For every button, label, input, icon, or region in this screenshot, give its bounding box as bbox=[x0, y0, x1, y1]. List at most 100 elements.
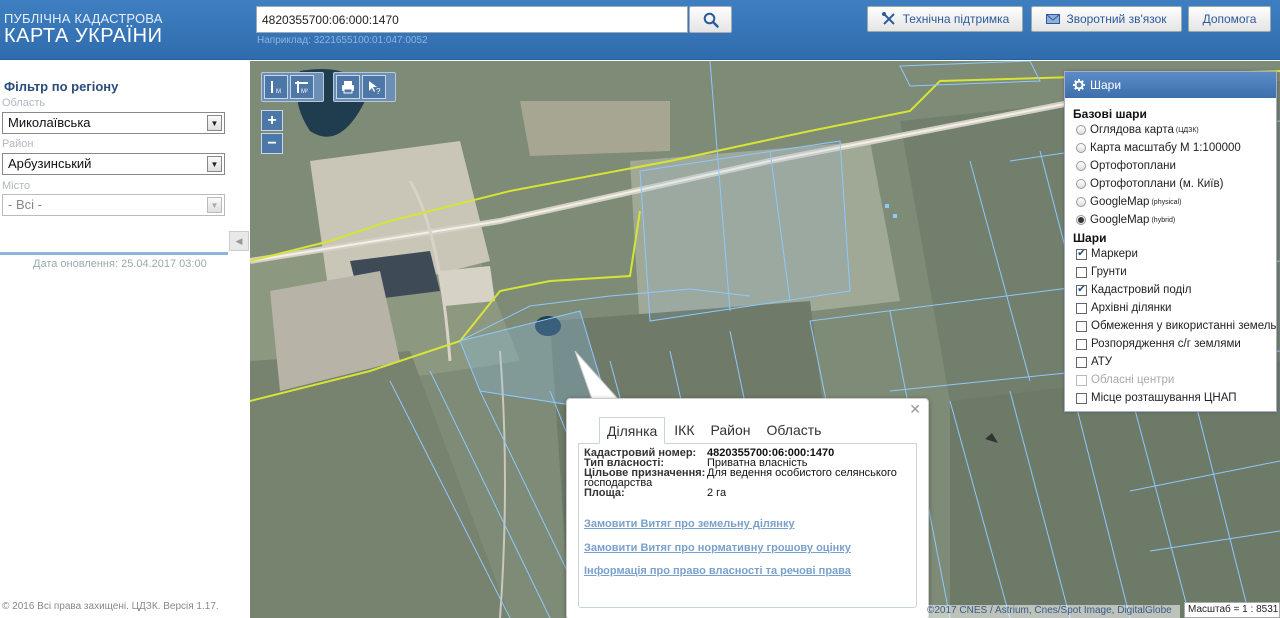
feedback-label: Зворотний зв'язок bbox=[1066, 12, 1167, 26]
overlay-layer-label: Обласні центри bbox=[1091, 374, 1175, 386]
popup-tabs: Ділянка ІКК Район Область bbox=[599, 417, 830, 444]
zoom-out-button[interactable]: − bbox=[261, 133, 283, 154]
checkbox[interactable] bbox=[1076, 392, 1087, 404]
search-input[interactable] bbox=[256, 6, 688, 33]
overlay-layer-label: Місце розташування ЦНАП bbox=[1091, 392, 1237, 404]
tab-district[interactable]: Район bbox=[704, 417, 758, 444]
radio-button[interactable] bbox=[1076, 161, 1086, 171]
radio-button[interactable] bbox=[1076, 215, 1086, 225]
dropdown-arrow-icon: ▼ bbox=[207, 197, 222, 213]
overlay-layer-option[interactable]: ✔ Кадастровий поділ bbox=[1065, 281, 1276, 299]
radio-button[interactable] bbox=[1076, 179, 1086, 189]
checkbox[interactable] bbox=[1076, 266, 1087, 278]
district-select[interactable]: Арбузинський ▼ bbox=[2, 153, 225, 175]
base-layer-option[interactable]: Оглядова карта (ЦДЗК) bbox=[1065, 121, 1276, 139]
base-layers-title: Базові шари bbox=[1073, 107, 1147, 121]
base-layer-label: Ортофотоплани (м. Київ) bbox=[1090, 178, 1224, 190]
checkbox[interactable] bbox=[1076, 302, 1087, 314]
city-value: - Всі - bbox=[8, 197, 42, 212]
overlay-layer-option[interactable]: Грунти bbox=[1065, 263, 1276, 281]
checkbox[interactable] bbox=[1076, 320, 1087, 332]
zoom-in-button[interactable]: + bbox=[261, 110, 283, 131]
radio-button[interactable] bbox=[1076, 197, 1086, 207]
sidebar-divider bbox=[0, 252, 228, 255]
support-button[interactable]: Технічна підтримка bbox=[867, 6, 1023, 32]
help-button[interactable]: Допомога bbox=[1188, 6, 1271, 32]
region-label: Область bbox=[2, 97, 46, 109]
dropdown-arrow-icon: ▼ bbox=[207, 156, 222, 172]
tab-parcel[interactable]: Ділянка bbox=[599, 417, 666, 444]
svg-text:M: M bbox=[276, 89, 281, 95]
search-button[interactable] bbox=[689, 6, 732, 33]
base-layer-option[interactable]: GoogleMap (hybrid) bbox=[1065, 211, 1276, 229]
envelope-icon bbox=[1046, 14, 1061, 24]
dropdown-arrow-icon: ▼ bbox=[207, 115, 222, 131]
layers-title: Шари bbox=[1090, 78, 1122, 92]
overlay-layer-option[interactable]: Місце розташування ЦНАП bbox=[1065, 389, 1276, 407]
parcel-info: Кадастровий номер: 4820355700:06:000:147… bbox=[584, 448, 914, 499]
info-row-area: Площа: 2 га bbox=[584, 487, 914, 499]
measure-toolbar: M M² bbox=[261, 72, 324, 102]
base-layer-option[interactable]: Ортофотоплани bbox=[1065, 157, 1276, 175]
checkbox[interactable]: ✔ bbox=[1076, 248, 1087, 260]
base-layer-label: Ортофотоплани bbox=[1090, 160, 1176, 172]
layers-header[interactable]: Шари bbox=[1065, 72, 1276, 98]
radio-button[interactable] bbox=[1076, 143, 1086, 153]
base-layer-option[interactable]: Карта масштабу М 1:100000 bbox=[1065, 139, 1276, 157]
checkbox[interactable] bbox=[1076, 356, 1087, 368]
search-icon bbox=[703, 12, 719, 28]
ownership-info-link[interactable]: Інформація про право власності та речові… bbox=[584, 565, 851, 577]
print-button[interactable] bbox=[336, 75, 360, 99]
base-layer-label: Карта масштабу М 1:100000 bbox=[1090, 142, 1241, 154]
radio-button[interactable] bbox=[1076, 125, 1086, 135]
svg-text:M²: M² bbox=[301, 89, 308, 95]
city-select[interactable]: - Всі - ▼ bbox=[2, 194, 225, 216]
svg-text:?: ? bbox=[376, 87, 381, 95]
base-layer-label: Оглядова карта bbox=[1090, 124, 1174, 136]
order-valuation-extract-link[interactable]: Замовити Витяг про нормативну грошову оц… bbox=[584, 542, 851, 554]
brand-line1: ПУБЛІЧНА КАДАСТРОВА bbox=[4, 11, 163, 26]
checkbox[interactable]: ✔ bbox=[1076, 284, 1087, 296]
collapse-sidebar-button[interactable]: ◀ bbox=[229, 231, 249, 251]
region-select[interactable]: Миколаївська ▼ bbox=[2, 112, 225, 134]
info-row-purpose: Цільове призначення: Для ведення особист… bbox=[584, 467, 914, 489]
area-value: 2 га bbox=[707, 487, 727, 499]
brand-line2: КАРТА УКРАЇНИ bbox=[4, 25, 163, 47]
district-value: Арбузинський bbox=[8, 156, 92, 171]
purpose-value: Для ведення особистого селянського госпо… bbox=[584, 467, 897, 489]
measure-area-button[interactable]: M² bbox=[290, 75, 314, 99]
base-layer-option[interactable]: GoogleMap (physical) bbox=[1065, 193, 1276, 211]
printer-icon bbox=[342, 81, 354, 94]
tab-oblast[interactable]: Область bbox=[760, 417, 829, 444]
measure-distance-button[interactable]: M bbox=[264, 75, 288, 99]
overlay-layers-title: Шари bbox=[1073, 231, 1107, 245]
overlay-layer-option[interactable]: Розпорядження с/г землями bbox=[1065, 335, 1276, 353]
overlay-layer-label: Грунти bbox=[1091, 266, 1127, 278]
feedback-button[interactable]: Зворотний зв'язок bbox=[1031, 6, 1182, 32]
area-ruler-icon: M² bbox=[295, 81, 308, 95]
overlay-layer-label: АТУ bbox=[1091, 356, 1113, 368]
overlay-layer-option[interactable]: Архівні ділянки bbox=[1065, 299, 1276, 317]
popup-pointer bbox=[574, 351, 619, 400]
checkbox[interactable] bbox=[1076, 374, 1087, 386]
overlay-layer-label: Маркери bbox=[1091, 248, 1138, 260]
area-key: Площа: bbox=[584, 487, 625, 499]
overlay-layer-option[interactable]: ✔ Маркери bbox=[1065, 245, 1276, 263]
base-layer-option[interactable]: Ортофотоплани (м. Київ) bbox=[1065, 175, 1276, 193]
overlay-layer-option[interactable]: Обласні центри bbox=[1065, 371, 1276, 389]
overlay-layer-option[interactable]: Обмеження у використанні земель bbox=[1065, 317, 1276, 335]
base-layer-sup: (ЦДЗК) bbox=[1175, 126, 1199, 134]
overlay-layers-list: ✔ Маркери Грунти ✔ Кадастровий поділ Архівні … bbox=[1065, 245, 1276, 407]
overlay-layer-option[interactable]: АТУ bbox=[1065, 353, 1276, 371]
identify-button[interactable]: ? bbox=[362, 75, 386, 99]
update-date: Дата оновлення: 25.04.2017 03:00 bbox=[33, 258, 207, 270]
checkbox[interactable] bbox=[1076, 338, 1087, 350]
map-canvas[interactable]: M M² ? + − Шари Базові шари Оглядова кар… bbox=[250, 61, 1280, 618]
close-icon[interactable]: ✕ bbox=[909, 401, 921, 418]
base-layer-label: GoogleMap bbox=[1090, 196, 1150, 208]
cursor-question-icon: ? bbox=[369, 81, 381, 95]
city-label: Місто bbox=[2, 180, 31, 192]
tab-ikk[interactable]: ІКК bbox=[667, 417, 701, 444]
order-parcel-extract-link[interactable]: Замовити Витяг про земельну ділянку bbox=[584, 518, 795, 530]
base-layer-sup: (hybrid) bbox=[1151, 216, 1176, 224]
